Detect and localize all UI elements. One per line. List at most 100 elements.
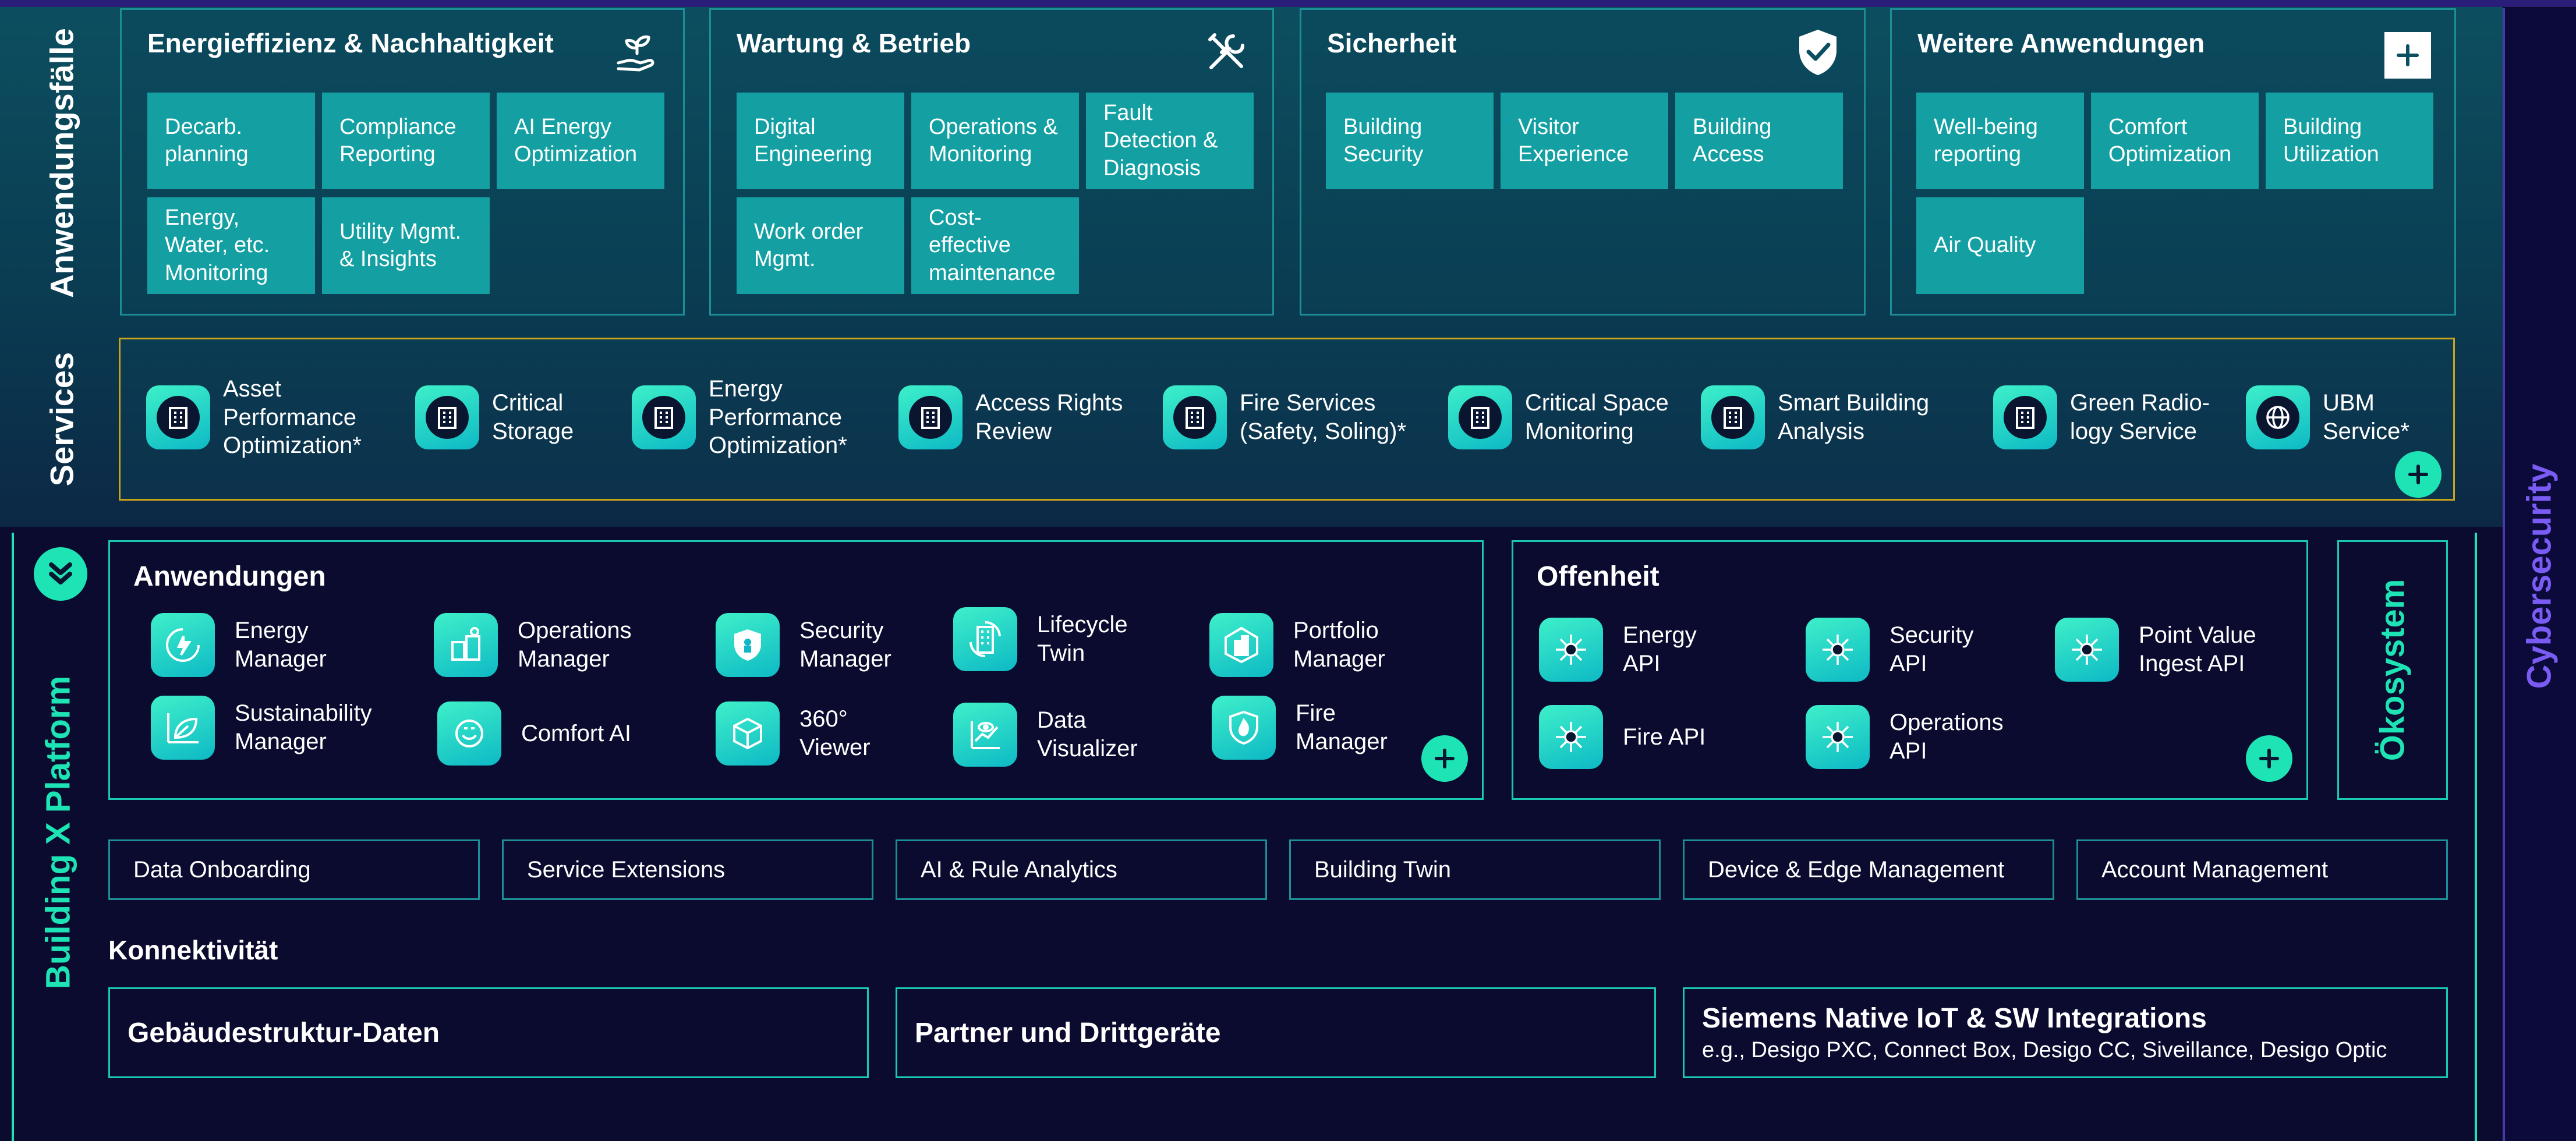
chart-icon [971,721,1000,749]
api-energy[interactable]: Energy API [1539,618,1710,682]
leaf-icon [167,713,199,743]
chevron-double-down-icon [49,562,72,584]
cybersecurity-label: Cybersecurity [2520,463,2559,689]
connectivity-partner-devices[interactable]: Partner und Drittgeräte [896,987,1656,1078]
capability-ai-rule-analytics[interactable]: AI & Rule Analytics [896,839,1267,900]
tile-cost-effective-maintenance[interactable]: Cost-effective maintenance [911,197,1079,294]
building-icon [2016,407,2034,429]
tile-building-utilization[interactable]: Building Utilization [2266,93,2433,189]
panel-title: Sicherheit [1327,28,1457,58]
capability-service-extensions[interactable]: Service Extensions [502,839,873,900]
app-label: Comfort AI [521,720,631,746]
tile-decarb-planning[interactable]: Decarb. planning [147,93,315,189]
platform-left-line [12,533,14,1141]
capability-building-twin[interactable]: Building Twin [1289,839,1661,900]
plus-icon [2408,465,2428,484]
add-service-button[interactable] [2395,451,2441,498]
app-label: Operations Manager [518,618,632,672]
app-operations-manager[interactable]: Operations Manager [434,613,646,677]
service-label: UBM Service* [2323,390,2409,444]
tile-building-security[interactable]: Building Security [1326,93,1494,189]
app-energy-manager[interactable]: Energy Manager [151,613,345,677]
connectivity-title: Partner und Drittgeräte [915,1017,1221,1048]
tile-wellbeing-reporting[interactable]: Well-being reporting [1916,93,2084,189]
comfort-icon [455,720,483,747]
use-case-panel-maintenance: Wartung & Betrieb Digital Engineering Op… [709,8,1274,316]
tile-operations-monitoring[interactable]: Operations & Monitoring [911,93,1079,189]
offenheit-panel: Offenheit Energy API Security API Point … [1512,540,2308,800]
collapse-chevron-button[interactable] [34,547,87,601]
service-access-rights-review[interactable]: Access Rights Review [898,359,1150,476]
app-label: Data Visualizer [1037,707,1138,761]
api-icon [1556,722,1586,752]
capability-data-onboarding[interactable]: Data Onboarding [108,839,480,900]
service-critical-space-monitoring[interactable]: Critical Space Monitoring [1448,359,1694,476]
app-label: Energy Manager [235,618,327,672]
api-label: Fire API [1623,724,1706,750]
service-critical-storage[interactable]: Critical Storage [415,359,591,476]
app-data-visualizer[interactable]: Data Visualizer [953,703,1148,767]
connectivity-building-structure[interactable]: Gebäudestruktur-Daten [108,987,869,1078]
api-point-value-ingest[interactable]: Point Value Ingest API [2055,618,2267,682]
add-application-button[interactable] [1421,735,1468,782]
capability-device-edge-management[interactable]: Device & Edge Management [1683,839,2054,900]
connectivity-title: Gebäudestruktur-Daten [128,1017,440,1048]
panel-title: Wartung & Betrieb [737,28,971,58]
tile-energy-water-monitoring[interactable]: Energy, Water, etc. Monitoring [147,197,315,294]
tile-compliance-reporting[interactable]: Compliance Reporting [322,93,490,189]
app-portfolio-manager[interactable]: Portfolio Manager [1209,613,1404,677]
add-api-button[interactable] [2246,735,2292,782]
energy-icon [166,628,200,662]
service-green-radiology[interactable]: Green Radio-logy Service [1993,359,2216,476]
tile-building-access[interactable]: Building Access [1675,93,1843,189]
lifecycle-icon [969,621,1001,658]
use-case-panel-further: Weitere Anwendungen Well-being reporting… [1890,8,2456,316]
service-label: Access Rights Review [975,390,1123,444]
app-comfort-ai[interactable]: Comfort AI [437,701,631,766]
service-ubm[interactable]: UBM Service* [2246,359,2428,476]
connectivity-siemens-native[interactable]: Siemens Native IoT & SW Integrations e.g… [1683,987,2448,1078]
app-label: Lifecycle Twin [1037,612,1128,666]
use-case-panel-energy: Energieffizienz & Nachhaltigkeit Decarb.… [120,8,685,316]
api-fire[interactable]: Fire API [1539,705,1705,769]
offenheit-title: Offenheit [1537,561,1659,592]
app-sustainability-manager[interactable]: Sustainability Manager [151,696,386,760]
tile-digital-engineering[interactable]: Digital Engineering [737,93,904,189]
plus-icon [2259,749,2279,768]
api-icon [1823,635,1853,665]
tile-work-order-mgmt[interactable]: Work order Mgmt. [737,197,904,294]
anwendungen-panel: Anwendungen Energy Manager Operations Ma… [108,540,1484,800]
app-label: Fire Manager [1296,700,1388,754]
service-label: Fire Services (Safety, Soling)* [1240,390,1407,444]
app-lifecycle-twin[interactable]: Lifecycle Twin [953,607,1148,671]
service-energy-performance[interactable]: Energy Performance Optimization* [632,359,866,476]
cube-icon [733,717,762,750]
konnektivitaet-title: Konnektivität [108,935,278,965]
api-security[interactable]: Security API [1806,618,1988,682]
tile-comfort-optimization[interactable]: Comfort Optimization [2091,93,2259,189]
service-smart-building-analysis[interactable]: Smart Building Analysis [1701,359,1952,476]
api-label: Point Value Ingest API [2139,622,2256,676]
app-security-manager[interactable]: Security Manager [716,613,910,677]
building-icon [169,407,187,429]
top-border [0,0,2576,7]
api-label: Security API [1889,622,1974,676]
service-label: Green Radio-logy Service [2070,390,2210,444]
app-fire-manager[interactable]: Fire Manager [1212,696,1406,760]
tile-fault-detection[interactable]: Fault Detection & Diagnosis [1086,93,1254,189]
capability-account-management[interactable]: Account Management [2076,839,2448,900]
tile-utility-mgmt[interactable]: Utility Mgmt. & Insights [322,197,490,294]
operations-icon [451,627,480,661]
service-label: Critical Storage [492,390,574,444]
service-label: Asset Performance Optimization* [223,375,362,459]
oekosystem-panel[interactable]: Ökosystem [2337,540,2448,800]
service-asset-performance[interactable]: Asset Performance Optimization* [146,359,380,476]
api-operations[interactable]: Operations API [1806,705,2018,769]
tile-air-quality[interactable]: Air Quality [1916,197,2084,294]
tile-visitor-experience[interactable]: Visitor Experience [1501,93,1668,189]
app-360-viewer[interactable]: 360° Viewer [716,701,887,766]
service-fire-services[interactable]: Fire Services (Safety, Soling)* [1163,359,1426,476]
building-icon [1471,407,1489,429]
plus-icon[interactable] [2384,32,2431,79]
tile-ai-energy-optimization[interactable]: AI Energy Optimization [497,93,664,189]
